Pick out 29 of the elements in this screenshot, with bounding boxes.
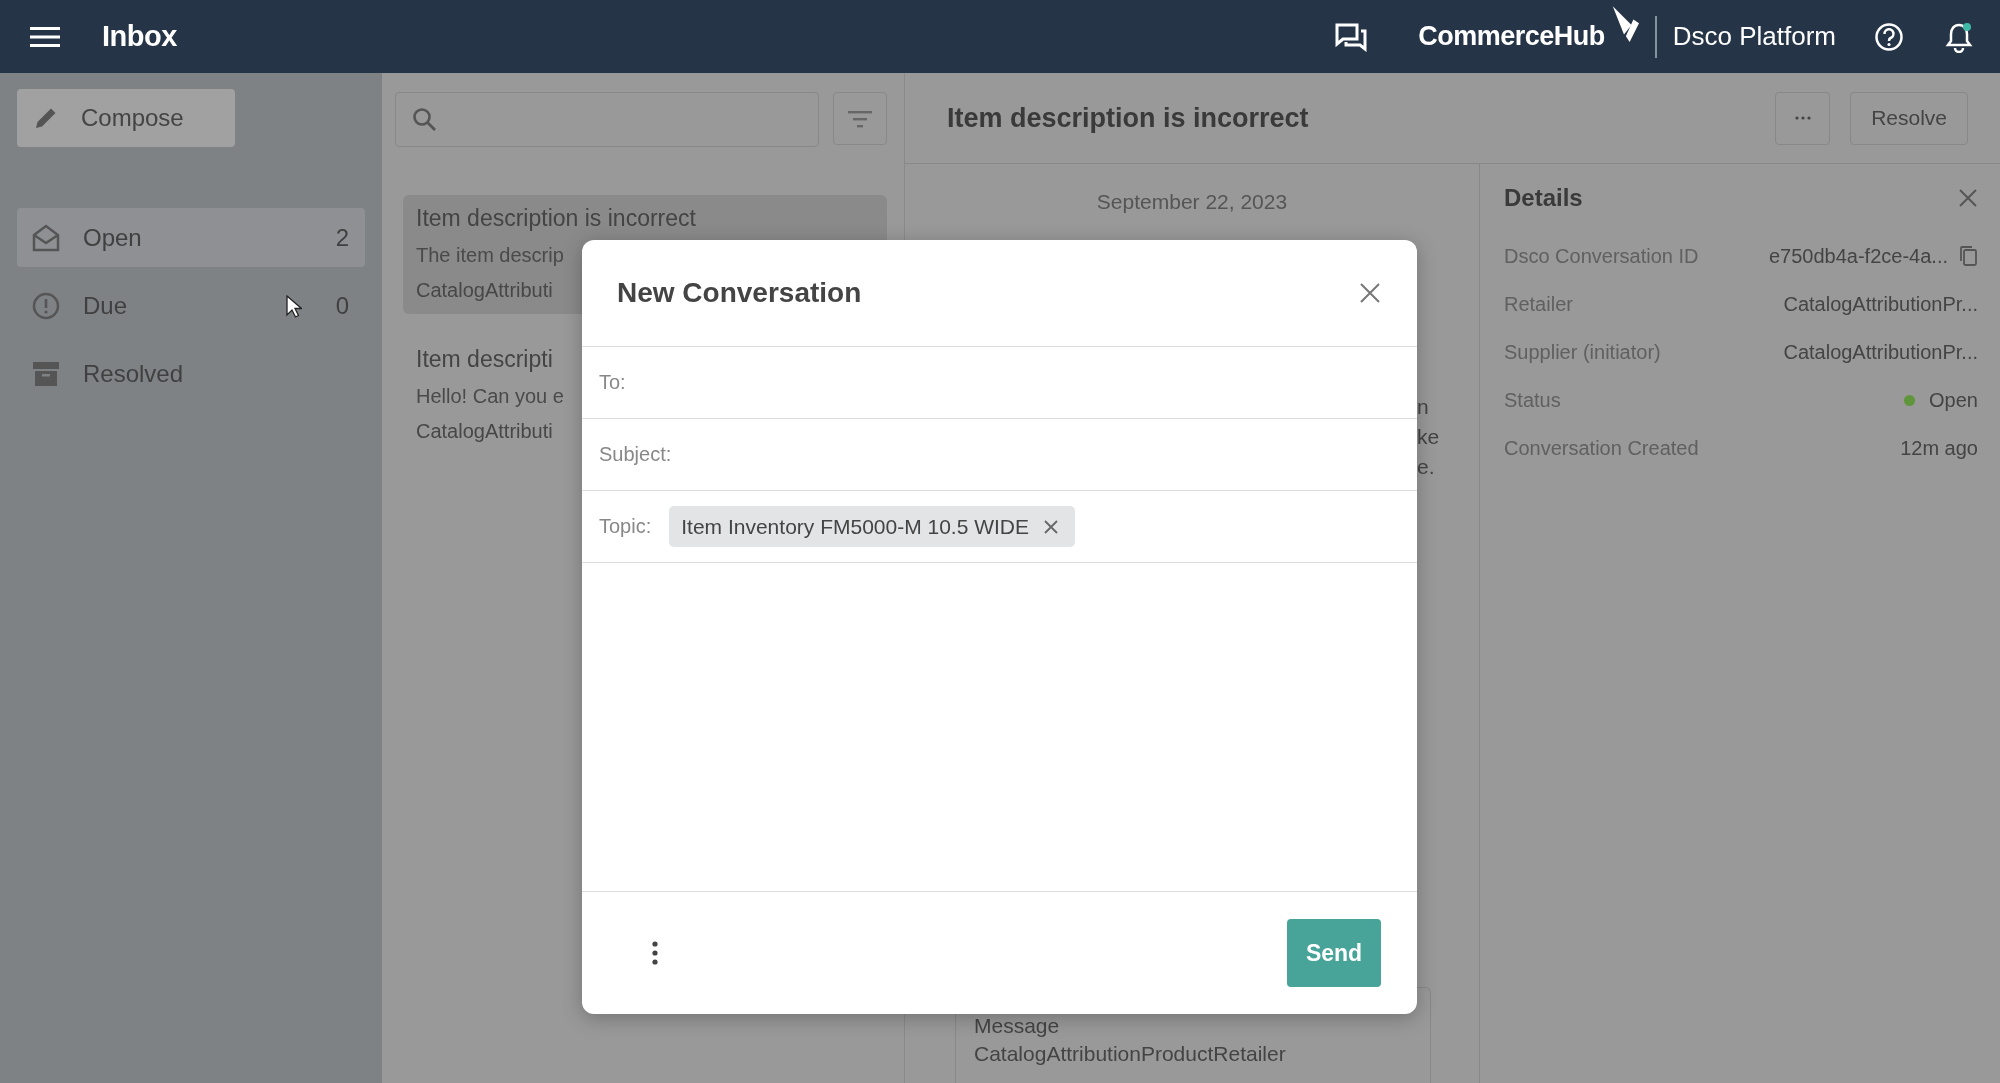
date-label: September 22, 2023	[1096, 190, 1288, 214]
page-title: Inbox	[102, 20, 177, 53]
conversation-title: Item description is incorrect	[416, 205, 696, 232]
brand-name: CommerceHub	[1418, 21, 1605, 52]
conversation-sender: CatalogAttributi	[416, 279, 553, 302]
conversation-sender: CatalogAttributi	[416, 420, 553, 443]
message-text: e.	[1417, 454, 1435, 480]
message-text: n	[1417, 394, 1429, 420]
conversation-heading: Item description is incorrect	[947, 102, 1310, 134]
details-title: Details	[1504, 184, 1583, 212]
detail-value: e750db4a-f2ce-4a...	[1768, 244, 1948, 268]
message-text: ke	[1417, 424, 1440, 450]
chip-label: Item Inventory FM5000-M 10.5 WIDE	[681, 514, 1030, 539]
detail-value: 12m ago	[1900, 436, 1978, 460]
dialog-title: New Conversation	[617, 277, 862, 309]
detail-label: Dsco Conversation ID	[1504, 244, 1699, 268]
message-sender: CatalogAttributionProductRetailer	[974, 1042, 1287, 1066]
conversation-title: Item descripti	[416, 346, 553, 373]
platform-name: Dsco Platform	[1672, 21, 1836, 52]
detail-label: Supplier (initiator)	[1504, 340, 1661, 364]
detail-label: Status	[1504, 388, 1561, 412]
detail-label: Retailer	[1504, 292, 1573, 316]
message-label: Message	[974, 1014, 1061, 1038]
conversation-preview: The item descrip	[416, 244, 564, 267]
detail-label: Conversation Created	[1504, 436, 1699, 460]
detail-value: Open	[1929, 388, 1978, 412]
conversation-preview: Hello! Can you e	[416, 385, 564, 408]
detail-value: CatalogAttributionPr...	[1783, 340, 1978, 364]
detail-value: CatalogAttributionPr...	[1783, 292, 1978, 316]
